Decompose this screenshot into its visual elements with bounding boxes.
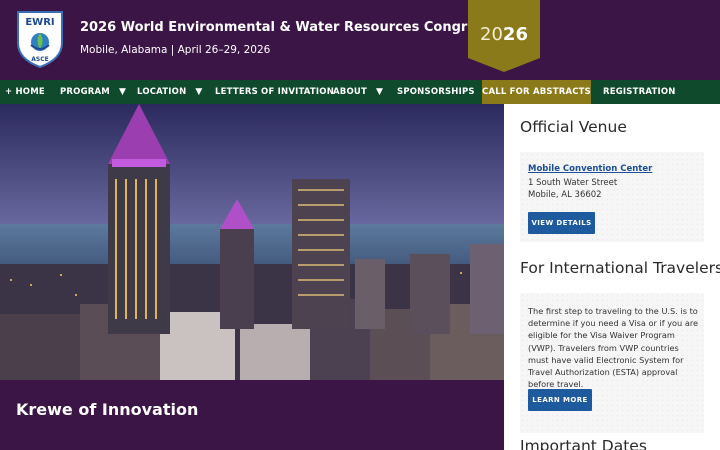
nav-about-label: ABOUT	[333, 87, 367, 97]
nav-registration[interactable]: REGISTRATION	[603, 80, 676, 104]
learn-more-button[interactable]: LEARN MORE	[528, 389, 592, 411]
nav-letters-label: LETTERS OF INVITATION	[215, 87, 335, 97]
chevron-down-icon: ▼	[375, 87, 384, 97]
sidebar: Official Venue Mobile Convention Center …	[504, 104, 720, 450]
venue-heading: Official Venue	[520, 118, 627, 136]
ewri-asce-logo[interactable]: EWRI ASCE	[15, 9, 65, 69]
chevron-down-icon: ▼	[118, 87, 127, 97]
venue-address-line1: 1 South Water Street	[528, 178, 618, 188]
logo-subtext: ASCE	[31, 56, 48, 63]
important-dates-heading: Important Dates	[520, 437, 647, 450]
site-header: EWRI ASCE 2026 World Environmental & Wat…	[0, 0, 720, 80]
nav-about[interactable]: ABOUT ▼	[333, 80, 383, 104]
nav-program[interactable]: PROGRAM ▼	[60, 80, 126, 104]
chevron-down-icon: ▼	[195, 87, 203, 97]
view-details-button[interactable]: VIEW DETAILS	[528, 212, 595, 234]
nav-sponsorships[interactable]: SPONSORSHIPS▼	[397, 80, 491, 104]
venue-address-line2: Mobile, AL 36602	[528, 190, 602, 200]
year-suffix: 26	[502, 24, 528, 45]
hero-banner: Krewe of Innovation	[0, 104, 504, 450]
conference-title: 2026 World Environmental & Water Resourc…	[80, 20, 492, 35]
nav-program-label: PROGRAM	[60, 87, 110, 97]
nav-call-for-abstracts[interactable]: CALL FOR ABSTRACTS	[482, 80, 591, 104]
venue-name-link[interactable]: Mobile Convention Center	[528, 164, 652, 174]
nav-letters-of-invitation[interactable]: LETTERS OF INVITATION	[215, 80, 334, 104]
city-skyline-photo	[0, 104, 504, 380]
international-heading: For International Travelers	[520, 259, 720, 277]
logo-text: EWRI	[25, 17, 54, 28]
nav-home-label: + HOME	[5, 87, 45, 97]
year-badge-text: 2026	[468, 24, 540, 45]
nav-home[interactable]: + HOME	[5, 80, 45, 104]
international-text: The first step to traveling to the U.S. …	[528, 306, 699, 390]
nav-sponsorships-label: SPONSORSHIPS	[397, 87, 475, 97]
year-prefix: 20	[480, 24, 503, 45]
nav-registration-label: REGISTRATION	[603, 87, 676, 97]
nav-location[interactable]: LOCATION ▼	[137, 80, 203, 104]
hero-title: Krewe of Innovation	[16, 400, 199, 419]
nav-abstracts-label: CALL FOR ABSTRACTS	[482, 87, 592, 97]
conference-subtitle: Mobile, Alabama | April 26–29, 2026	[80, 44, 271, 56]
nav-location-label: LOCATION	[137, 87, 187, 97]
main-nav: + HOME PROGRAM ▼ LOCATION ▼ LETTERS OF INV…	[0, 80, 720, 104]
